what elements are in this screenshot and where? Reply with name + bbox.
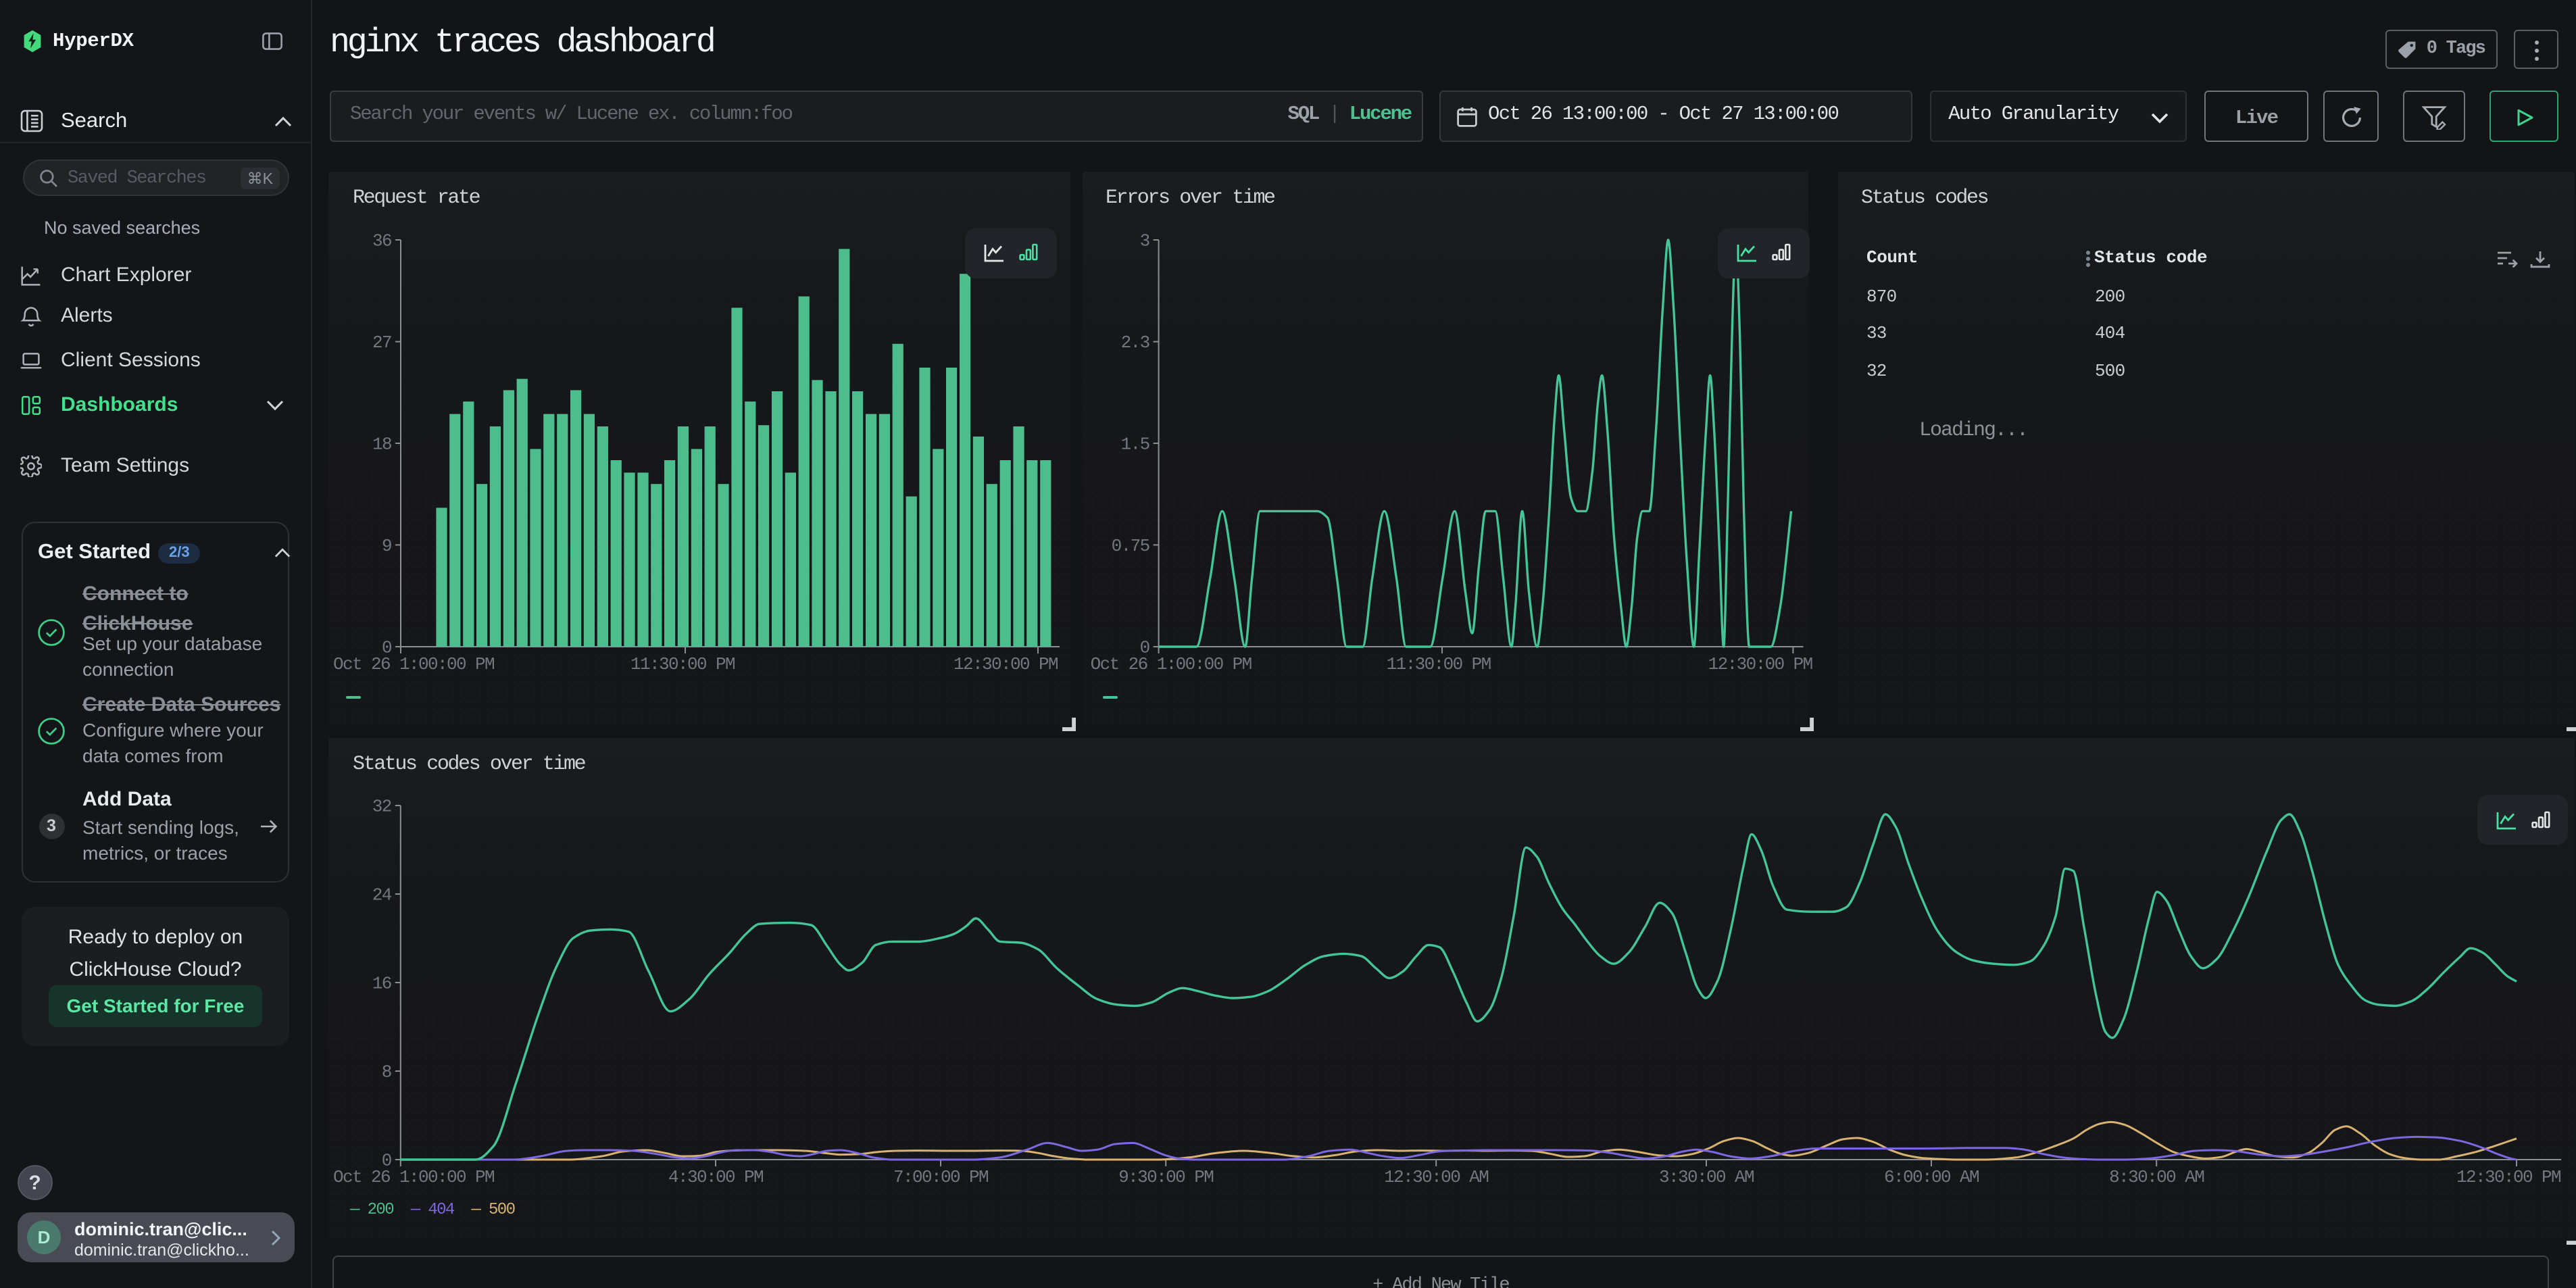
svg-text:36: 36 (372, 230, 391, 251)
svg-text:Oct 26 1:00:00 PM: Oct 26 1:00:00 PM (333, 654, 494, 674)
svg-text:9: 9 (382, 536, 391, 556)
svg-text:8:30:00 AM: 8:30:00 AM (2109, 1167, 2204, 1187)
svg-text:0.75: 0.75 (1111, 536, 1149, 556)
svg-text:9:30:00 PM: 9:30:00 PM (1118, 1167, 1213, 1187)
svg-text:12:30:00 PM: 12:30:00 PM (953, 654, 1058, 674)
svg-text:27: 27 (372, 332, 391, 353)
svg-text:12:30:00 PM: 12:30:00 PM (2456, 1167, 2560, 1187)
svg-text:3:30:00 AM: 3:30:00 AM (1659, 1167, 1754, 1187)
svg-text:11:30:00 PM: 11:30:00 PM (1386, 654, 1490, 674)
svg-text:2.3: 2.3 (1120, 332, 1149, 353)
svg-text:Oct 26 1:00:00 PM: Oct 26 1:00:00 PM (333, 1167, 494, 1187)
svg-text:18: 18 (372, 434, 391, 454)
svg-text:4:30:00 PM: 4:30:00 PM (668, 1167, 763, 1187)
svg-text:3: 3 (1139, 230, 1149, 251)
svg-text:24: 24 (372, 885, 392, 905)
svg-text:32: 32 (372, 796, 391, 816)
svg-text:Oct 26 1:00:00 PM: Oct 26 1:00:00 PM (1090, 654, 1251, 674)
svg-text:8: 8 (382, 1062, 391, 1082)
svg-text:7:00:00 PM: 7:00:00 PM (893, 1167, 988, 1187)
svg-text:11:30:00 PM: 11:30:00 PM (630, 654, 735, 674)
svg-text:12:30:00 AM: 12:30:00 AM (1384, 1167, 1488, 1187)
svg-text:16: 16 (372, 973, 391, 993)
svg-text:12:30:00 PM: 12:30:00 PM (1708, 654, 1812, 674)
svg-text:6:00:00 AM: 6:00:00 AM (1884, 1167, 1979, 1187)
svg-text:1.5: 1.5 (1120, 434, 1149, 454)
